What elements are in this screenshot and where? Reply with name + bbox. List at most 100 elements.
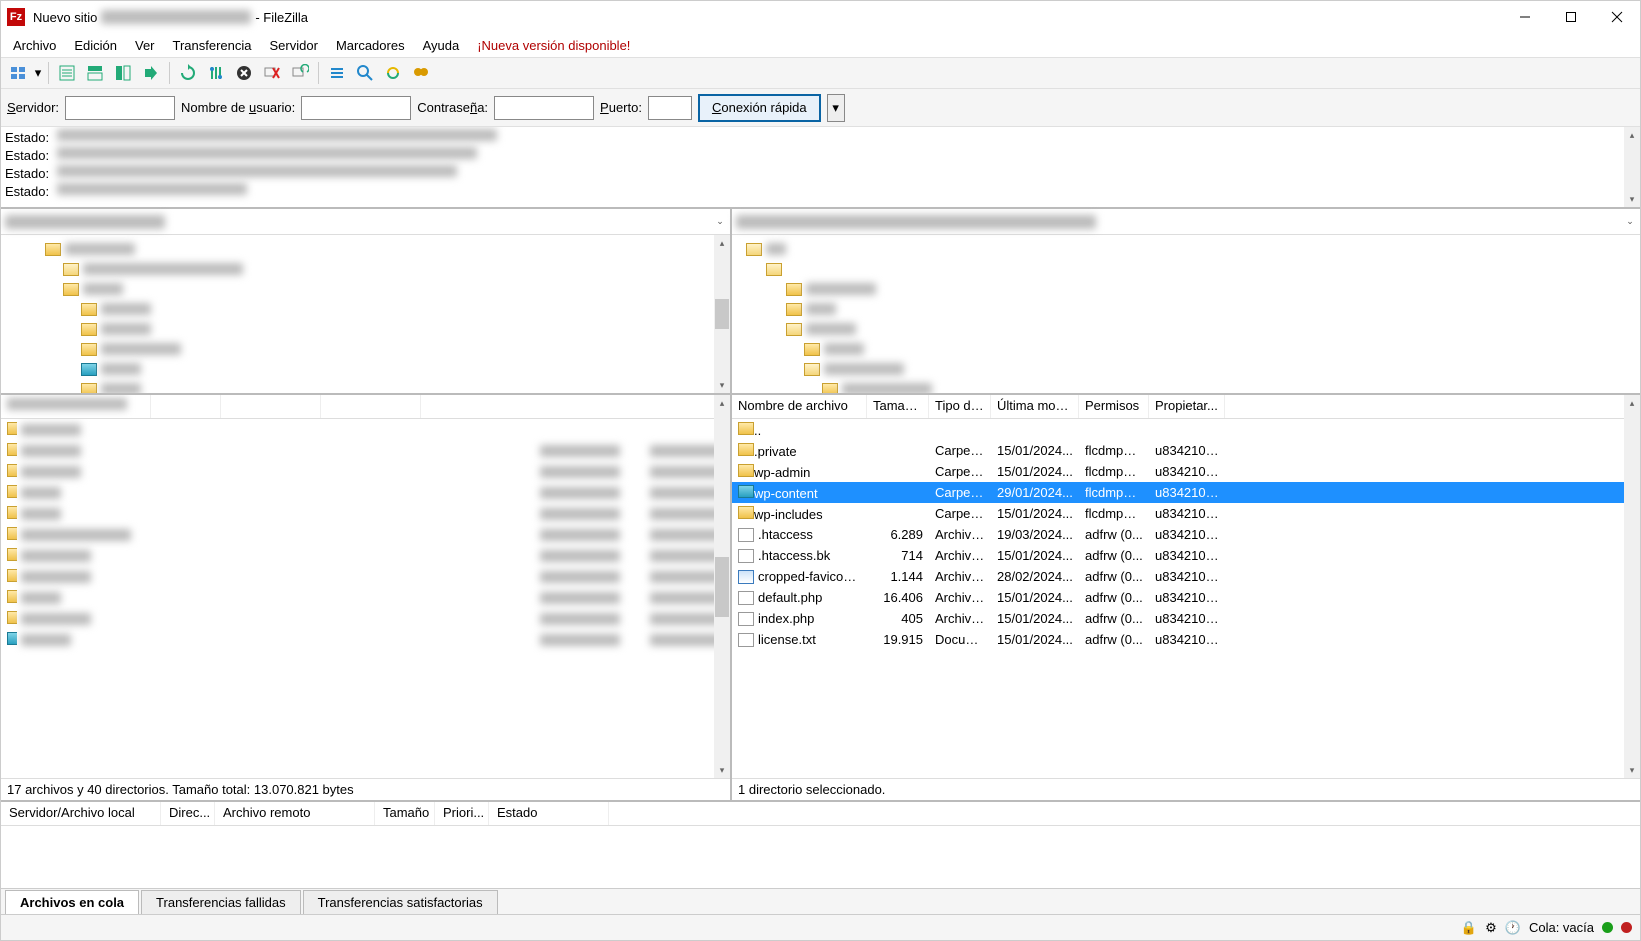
file-type: Carpeta ... [929,506,991,521]
file-name: index.php [758,611,814,626]
remote-row-default.php[interactable]: default.php16.406Archivo ...15/01/2024..… [732,587,1640,608]
qcol-status[interactable]: Estado [489,802,609,825]
close-button[interactable] [1594,1,1640,33]
remote-path-dropdown[interactable]: ⌄ [1622,213,1638,229]
filter-icon[interactable] [324,60,350,86]
site-manager-dropdown[interactable]: ▾ [33,60,43,86]
remote-row-.htaccess[interactable]: .htaccess6.289Archivo ...19/03/2024...ad… [732,524,1640,545]
menu-servidor[interactable]: Servidor [262,36,326,55]
title-prefix: Nuevo sitio [33,10,97,25]
remote-row-wp-content[interactable]: wp-contentCarpeta ...29/01/2024...flcdmp… [732,482,1640,503]
toggle-local-tree-icon[interactable] [82,60,108,86]
remote-row-wp-includes[interactable]: wp-includesCarpeta ...15/01/2024...flcdm… [732,503,1640,524]
menu-transferencia[interactable]: Transferencia [165,36,260,55]
file-name: .htaccess.bk [758,548,830,563]
local-tree[interactable]: ▴▾ [1,235,730,395]
menu-edicion[interactable]: Edición [66,36,125,55]
qcol-remote[interactable]: Archivo remoto [215,802,375,825]
site-manager-icon[interactable] [5,60,31,86]
file-type: Archivo ... [929,569,991,584]
menubar: Archivo Edición Ver Transferencia Servid… [1,33,1640,57]
remote-tree[interactable]: +public_html [732,235,1640,395]
compare-icon[interactable] [352,60,378,86]
remote-row-wp-admin[interactable]: wp-adminCarpeta ...15/01/2024...flcdmpe … [732,461,1640,482]
remote-path-row[interactable]: ⌄ [732,209,1640,235]
process-queue-icon[interactable] [203,60,229,86]
col-perm[interactable]: Permisos [1079,395,1149,418]
cancel-icon[interactable] [231,60,257,86]
local-filelist[interactable]: ▴▾ [1,395,730,778]
lock-icon[interactable]: 🔒 [1461,920,1477,936]
qcol-prio[interactable]: Priori... [435,802,489,825]
local-tree-scrollbar[interactable]: ▴▾ [714,235,730,393]
port-input[interactable] [648,96,692,120]
search-icon[interactable] [408,60,434,86]
local-path-row[interactable]: ⌄ [1,209,730,235]
clock-icon[interactable]: 🕐 [1505,920,1521,936]
col-owner[interactable]: Propietar... [1149,395,1225,418]
col-name[interactable]: Nombre de archivo [732,395,867,418]
status-dot-green [1602,922,1613,933]
tab-success[interactable]: Transferencias satisfactorias [303,890,498,914]
reconnect-icon[interactable] [287,60,313,86]
gear-icon[interactable]: ⚙ [1485,920,1497,936]
local-list-scrollbar[interactable]: ▴▾ [714,395,730,778]
toggle-queue-icon[interactable] [138,60,164,86]
quickconnect-dropdown[interactable]: ▾ [827,94,845,122]
file-type: Carpeta ... [929,464,991,479]
file-owner: u8342108... [1149,548,1225,563]
file-mod: 15/01/2024... [991,632,1079,647]
remote-row-license.txt[interactable]: license.txt19.915Docume...15/01/2024...a… [732,629,1640,650]
file-owner: u8342108... [1149,527,1225,542]
toggle-log-icon[interactable] [54,60,80,86]
disconnect-icon[interactable] [259,60,285,86]
menu-ayuda[interactable]: Ayuda [415,36,468,55]
file-perm: flcdmpe ... [1079,485,1149,500]
toggle-remote-tree-icon[interactable] [110,60,136,86]
remote-list-scrollbar[interactable]: ▴▾ [1624,395,1640,778]
col-size[interactable]: Tamaño... [867,395,929,418]
menu-update-notice[interactable]: ¡Nueva versión disponible! [469,36,638,55]
file-size: 405 [867,611,929,626]
server-input[interactable] [65,96,175,120]
file-name: .. [754,423,761,438]
username-input[interactable] [301,96,411,120]
local-path-dropdown[interactable]: ⌄ [712,213,728,229]
file-perm: flcdmpe ... [1079,464,1149,479]
col-type[interactable]: Tipo de ... [929,395,991,418]
col-mod[interactable]: Última mod... [991,395,1079,418]
remote-row-.private[interactable]: .privateCarpeta ...15/01/2024...flcdmpe … [732,440,1640,461]
menu-marcadores[interactable]: Marcadores [328,36,413,55]
remote-filelist[interactable]: Nombre de archivo Tamaño... Tipo de ... … [732,395,1640,778]
titlebar: Fz Nuevo sitio - FileZilla [1,1,1640,33]
quickconnect-button[interactable]: Conexión rápida [698,94,821,122]
file-name: cropped-favicon... [758,569,861,584]
qcol-size[interactable]: Tamaño [375,802,435,825]
queue-body[interactable] [1,826,1640,888]
qcol-dir[interactable]: Direc... [161,802,215,825]
refresh-icon[interactable] [175,60,201,86]
menu-ver[interactable]: Ver [127,36,163,55]
menu-archivo[interactable]: Archivo [5,36,64,55]
password-input[interactable] [494,96,594,120]
message-log[interactable]: Estado: Estado: Estado: Estado: ▴▾ [1,127,1640,209]
remote-row-index.php[interactable]: index.php405Archivo ...15/01/2024...adfr… [732,608,1640,629]
queue-status: Cola: vacía [1529,920,1594,935]
tab-queued[interactable]: Archivos en cola [5,890,139,914]
file-name: .private [754,444,797,459]
qcol-server[interactable]: Servidor/Archivo local [1,802,161,825]
maximize-button[interactable] [1548,1,1594,33]
file-perm: adfrw (0... [1079,548,1149,563]
file-name: wp-admin [754,465,810,480]
remote-row-.htaccess.bk[interactable]: .htaccess.bk714Archivo ...15/01/2024...a… [732,545,1640,566]
remote-row-cropped-favicon...[interactable]: cropped-favicon...1.144Archivo ...28/02/… [732,566,1640,587]
sync-browse-icon[interactable] [380,60,406,86]
file-mod: 28/02/2024... [991,569,1079,584]
file-owner: u8342108... [1149,632,1225,647]
remote-row-..[interactable]: .. [732,419,1640,440]
file-name: wp-includes [754,507,823,522]
tab-failed[interactable]: Transferencias fallidas [141,890,301,914]
minimize-button[interactable] [1502,1,1548,33]
log-scrollbar[interactable]: ▴▾ [1624,127,1640,207]
file-mod: 15/01/2024... [991,506,1079,521]
